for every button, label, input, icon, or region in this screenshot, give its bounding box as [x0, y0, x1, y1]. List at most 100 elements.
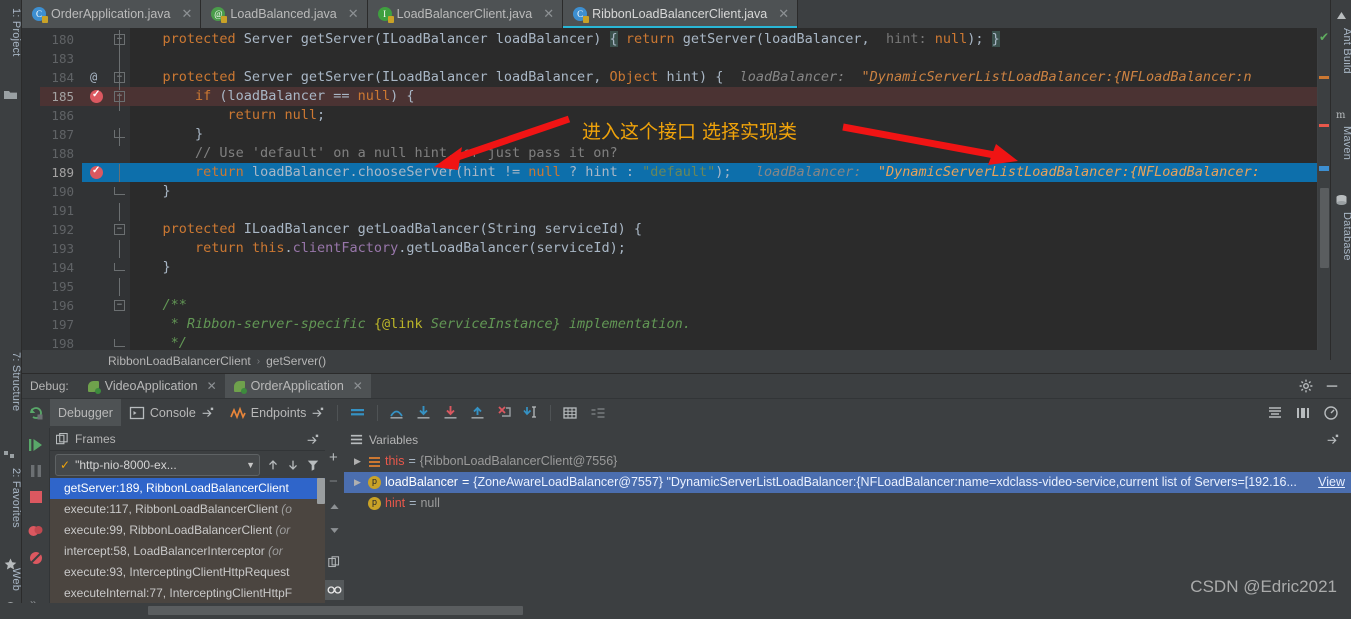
variable-row[interactable]: ▶ loadBalancer={ZoneAwareLoadBalancer@755…	[344, 472, 1351, 493]
code-line[interactable]: return null;	[130, 106, 326, 125]
close-icon[interactable]: ✕	[543, 6, 554, 22]
chevron-right-icon[interactable]: ▶	[354, 451, 364, 472]
settings-layout-icon[interactable]	[1295, 405, 1311, 421]
editor-scrollbar-thumb[interactable]	[1320, 188, 1329, 268]
close-icon[interactable]: ✕	[348, 6, 359, 22]
code-line[interactable]: /**	[130, 296, 187, 315]
editor-tab-orderapplication[interactable]: OrderApplication.java ✕	[22, 0, 202, 28]
breadcrumb-class[interactable]: RibbonLoadBalancerClient	[108, 354, 251, 368]
fold-end-marker[interactable]	[114, 339, 125, 347]
variable-row[interactable]: hint=null	[344, 493, 1351, 514]
code-line[interactable]: if (loadBalancer == null) {	[130, 87, 414, 106]
fold-end-marker[interactable]	[114, 263, 125, 271]
editor-tab-ribbonloadbalancerclient[interactable]: RibbonLoadBalancerClient.java ✕	[563, 0, 799, 28]
tool-window-database[interactable]: Database	[1331, 212, 1351, 282]
gear-icon[interactable]	[1299, 379, 1313, 393]
mute-breakpoints-icon[interactable]	[27, 549, 45, 567]
code-line[interactable]: protected Server getServer(ILoadBalancer…	[130, 30, 1000, 49]
breadcrumb-method[interactable]: getServer()	[266, 354, 326, 368]
arrow-down-icon[interactable]	[286, 458, 300, 472]
code-editor[interactable]: 180+183184−@185−186187188189190191192−19…	[22, 28, 1330, 350]
frame-list-item[interactable]: getServer:189, RibbonLoadBalancerClient	[50, 478, 325, 499]
inspect-icon[interactable]	[325, 580, 344, 600]
frame-list-item[interactable]: executeInternal:77, InterceptingClientHt…	[50, 583, 325, 604]
breakpoint-icon[interactable]	[90, 89, 103, 103]
fold-collapse-icon[interactable]: −	[114, 300, 125, 311]
step-over-icon[interactable]	[383, 399, 410, 426]
tab-debugger[interactable]: Debugger	[50, 399, 121, 426]
debug-tab-orderapplication[interactable]: OrderApplication ✕	[224, 374, 371, 398]
thread-selector[interactable]: ✓ "http-nio-8000-ex... ▼	[55, 453, 260, 476]
resume-program-icon[interactable]	[27, 436, 45, 454]
drop-frame-icon[interactable]	[491, 399, 518, 426]
code-line[interactable]: }	[130, 258, 171, 277]
tool-window-maven[interactable]: Maven	[1331, 126, 1351, 184]
fold-collapse-icon[interactable]: −	[114, 224, 125, 235]
tab-console[interactable]: Console	[121, 399, 222, 426]
code-line[interactable]: * Ribbon-server-specific {@link ServiceI…	[130, 315, 691, 334]
evaluate-expression-icon[interactable]	[556, 399, 584, 426]
variable-row[interactable]: ▶ this = {RibbonLoadBalancerClient@7556}	[344, 451, 1351, 472]
editor-gutter[interactable]: 180+183184−@185−186187188189190191192−19…	[22, 28, 130, 350]
code-line[interactable]: protected ILoadBalancer getLoadBalancer(…	[130, 220, 643, 239]
close-icon[interactable]: ✕	[182, 6, 193, 22]
frames-vscrollbar-thumb[interactable]	[317, 478, 325, 504]
pin-icon[interactable]	[311, 406, 324, 419]
copy-icon[interactable]	[328, 556, 341, 569]
code-line[interactable]: return loadBalancer.chooseServer(hint !=…	[130, 163, 1260, 182]
up-icon[interactable]	[328, 500, 341, 513]
close-icon[interactable]: ✕	[353, 379, 363, 393]
breakpoint-icon[interactable]	[90, 165, 103, 179]
chevron-down-icon[interactable]: ▼	[246, 460, 255, 470]
frame-list[interactable]: getServer:189, RibbonLoadBalancerClient e…	[50, 478, 325, 619]
code-line[interactable]: protected Server getServer(ILoadBalancer…	[130, 68, 1252, 87]
pin-icon[interactable]	[1326, 433, 1339, 446]
frame-list-item[interactable]: execute:93, InterceptingClientHttpReques…	[50, 562, 325, 583]
step-into-icon[interactable]	[410, 399, 437, 426]
stop-icon[interactable]	[27, 488, 45, 506]
restore-layout-icon[interactable]	[1267, 405, 1283, 421]
minimize-icon[interactable]	[1325, 379, 1339, 393]
show-execution-point-icon[interactable]	[343, 399, 372, 426]
sidebar-item-structure[interactable]: 7: Structure	[0, 352, 22, 442]
run-to-cursor-icon[interactable]	[518, 399, 545, 426]
override-marker-icon[interactable]: @	[90, 68, 97, 87]
code-line[interactable]: // Use 'default' on a null hint, or just…	[130, 144, 618, 163]
code-line[interactable]: return this.clientFactory.getLoadBalance…	[130, 239, 626, 258]
down-icon[interactable]	[328, 524, 341, 537]
fold-end-marker[interactable]	[114, 187, 125, 195]
tab-endpoints[interactable]: Endpoints	[222, 399, 333, 426]
close-icon[interactable]: ✕	[207, 379, 217, 393]
add-watch-icon[interactable]: +	[329, 450, 338, 465]
debug-tab-videoapplication[interactable]: VideoApplication ✕	[79, 374, 225, 398]
step-out-icon[interactable]	[464, 399, 491, 426]
view-value-link[interactable]: View	[1318, 472, 1351, 493]
frame-list-item[interactable]: execute:117, RibbonLoadBalancerClient (o	[50, 499, 325, 520]
editor-code-area[interactable]: protected Server getServer(ILoadBalancer…	[130, 28, 1330, 350]
frame-list-item[interactable]: intercept:58, LoadBalancerInterceptor (o…	[50, 541, 325, 562]
chevron-right-icon[interactable]: ▶	[354, 472, 364, 493]
mute-breakpoints-icon[interactable]	[1323, 405, 1339, 421]
frame-list-item[interactable]: execute:99, RibbonLoadBalancerClient (or	[50, 520, 325, 541]
sidebar-item-favorites[interactable]: 2: Favorites	[0, 468, 22, 554]
editor-marker-gutter[interactable]: ✔	[1318, 28, 1330, 350]
code-line[interactable]: */	[130, 334, 187, 350]
editor-tab-loadbalanced[interactable]: LoadBalanced.java ✕	[201, 0, 368, 28]
close-icon[interactable]: ✕	[778, 6, 789, 22]
rerun-icon[interactable]	[22, 399, 50, 426]
pin-icon[interactable]	[201, 406, 214, 419]
force-step-into-icon[interactable]	[437, 399, 464, 426]
layout-icon[interactable]	[584, 399, 612, 426]
sidebar-item-web[interactable]: Web	[0, 568, 22, 602]
code-line[interactable]: }	[130, 182, 171, 201]
view-breakpoints-icon[interactable]	[27, 523, 45, 541]
pause-program-icon[interactable]	[27, 462, 45, 480]
sidebar-item-project[interactable]: 1: Project	[0, 8, 22, 82]
arrow-up-icon[interactable]	[266, 458, 280, 472]
tool-window-ant-build[interactable]: Ant Build	[1331, 28, 1351, 98]
status-scrollbar-thumb[interactable]	[148, 606, 523, 615]
filter-icon[interactable]	[306, 458, 320, 472]
remove-watch-icon[interactable]: −	[329, 474, 338, 489]
editor-tab-loadbalancerclient[interactable]: LoadBalancerClient.java ✕	[367, 0, 564, 28]
code-line[interactable]: }	[130, 125, 203, 144]
